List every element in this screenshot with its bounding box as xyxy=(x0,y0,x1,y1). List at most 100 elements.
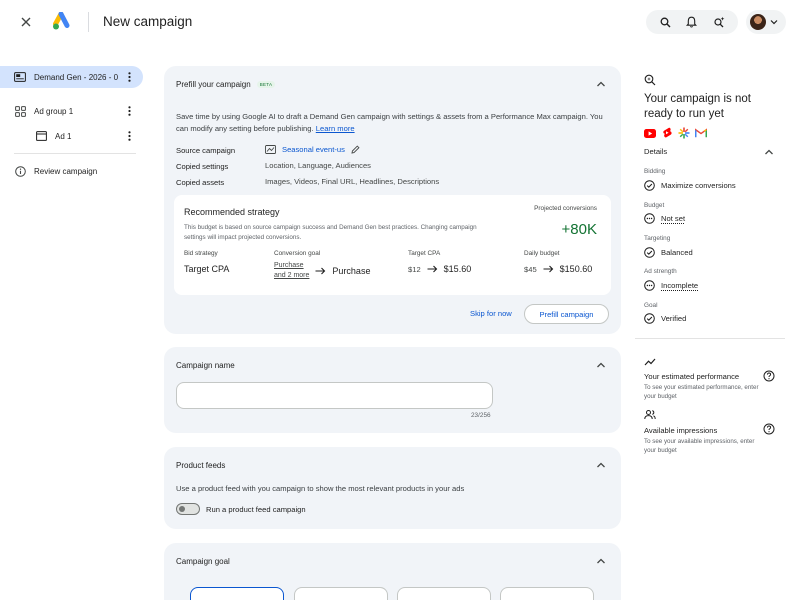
target-cpa-label: Target CPA xyxy=(408,250,441,257)
help-icon[interactable] xyxy=(763,423,775,435)
arrow-right-icon xyxy=(315,267,326,275)
conversion-goal-label: Conversion goal xyxy=(274,250,321,257)
bidding-status: Maximize conversions xyxy=(644,180,736,191)
campaign-status-title: Your campaign is not ready to run yet xyxy=(644,93,751,120)
pending-icon xyxy=(644,280,655,291)
conversion-goal-from[interactable]: Purchase and 2 more xyxy=(274,261,309,281)
youtube-icon xyxy=(644,127,656,139)
goal-option-card[interactable] xyxy=(500,587,594,600)
edit-icon[interactable] xyxy=(351,145,360,154)
learn-more-link[interactable]: Learn more xyxy=(316,124,355,133)
sidebar-item-campaign[interactable]: Demand Gen - 2026 - 0 xyxy=(0,66,143,88)
target-cpa-value: $12 $15.60 xyxy=(408,264,471,274)
impressions-title: Available impressions xyxy=(644,426,718,435)
product-feed-toggle-label: Run a product feed campaign xyxy=(206,505,306,514)
strategy-title: Recommended strategy xyxy=(184,207,280,217)
beta-badge: BETA xyxy=(256,81,276,88)
goal-label: Goal xyxy=(644,302,658,309)
impressions-subtitle: To see your available impressions, enter… xyxy=(644,438,755,454)
help-icon[interactable] xyxy=(763,370,775,382)
trend-chart-icon xyxy=(265,145,276,154)
copied-assets-label: Copied assets xyxy=(176,178,225,187)
sidebar-divider xyxy=(14,153,136,154)
collapse-icon[interactable] xyxy=(595,78,607,90)
ai-search-icon[interactable] xyxy=(711,14,727,30)
people-icon xyxy=(644,410,656,420)
sidebar-item-label: Demand Gen - 2026 - 0 xyxy=(34,72,119,82)
search-icon[interactable] xyxy=(657,14,673,30)
check-circle-icon xyxy=(644,180,655,191)
sidebar-item-ad-group[interactable]: Ad group 1 xyxy=(0,100,143,122)
campaign-name-input[interactable] xyxy=(176,382,493,409)
panel-header: Campaign goal xyxy=(176,557,230,566)
copied-assets-value: Images, Videos, Final URL, Headlines, De… xyxy=(265,177,440,186)
sidebar-item-label: Ad 1 xyxy=(55,131,72,141)
source-campaign-value[interactable]: Seasonal event-us xyxy=(265,145,360,154)
goal-option-card[interactable] xyxy=(397,587,491,600)
gmail-icon xyxy=(695,127,707,139)
account-switcher[interactable] xyxy=(746,10,786,34)
goal-option-card[interactable] xyxy=(190,587,284,600)
conversion-goal-to: Purchase xyxy=(332,266,371,276)
page-title: New campaign xyxy=(103,14,193,29)
collapse-icon[interactable] xyxy=(763,146,775,158)
product-feeds-panel: Product feeds Use a product feed with yo… xyxy=(164,447,621,529)
collapse-icon[interactable] xyxy=(595,459,607,471)
panel-header: Prefill your campaign BETA xyxy=(176,80,276,89)
notifications-icon[interactable] xyxy=(684,14,700,30)
daily-budget-value: $45 $150.60 xyxy=(524,264,592,274)
info-icon xyxy=(14,165,26,177)
ai-search-icon xyxy=(644,74,656,86)
status-divider xyxy=(635,338,785,339)
budget-status[interactable]: Not set xyxy=(644,213,685,224)
prefill-panel: Prefill your campaign BETA Save time by … xyxy=(164,66,621,334)
campaign-goal-panel: Campaign goal xyxy=(164,543,621,600)
conversion-goal-value: Purchase and 2 more Purchase xyxy=(274,261,370,281)
prefill-campaign-button[interactable]: Prefill campaign xyxy=(524,304,609,324)
top-app-bar: New campaign xyxy=(0,0,800,44)
performance-subtitle: To see your estimated performance, enter… xyxy=(644,384,759,400)
skip-button[interactable]: Skip for now xyxy=(470,309,512,318)
pending-icon xyxy=(644,213,655,224)
goal-option-card[interactable] xyxy=(294,587,388,600)
goal-status: Verified xyxy=(644,313,686,324)
check-circle-icon xyxy=(644,313,655,324)
close-icon[interactable] xyxy=(18,14,34,30)
collapse-icon[interactable] xyxy=(595,359,607,371)
performance-title: Your estimated performance xyxy=(644,372,740,381)
more-options-icon[interactable] xyxy=(125,130,133,142)
ad-icon xyxy=(35,130,47,142)
source-campaign-label: Source campaign xyxy=(176,146,236,155)
sidebar-item-label: Review campaign xyxy=(34,166,98,176)
character-counter: 23/256 xyxy=(471,412,491,419)
sidebar-item-label: Ad group 1 xyxy=(34,106,74,116)
details-label: Details xyxy=(644,147,668,156)
targeting-label: Targeting xyxy=(644,235,671,242)
avatar xyxy=(750,14,766,30)
bid-strategy-label: Bid strategy xyxy=(184,250,218,257)
panel-header: Campaign name xyxy=(176,361,235,370)
more-options-icon[interactable] xyxy=(125,71,133,83)
budget-label: Budget xyxy=(644,202,665,209)
source-campaign-name: Seasonal event-us xyxy=(282,145,345,154)
campaign-icon xyxy=(14,71,26,83)
collapse-icon[interactable] xyxy=(595,555,607,567)
more-options-icon[interactable] xyxy=(125,105,133,117)
copied-settings-label: Copied settings xyxy=(176,162,229,171)
product-feed-toggle[interactable] xyxy=(176,503,200,515)
header-divider xyxy=(88,12,89,32)
google-ads-logo xyxy=(53,12,75,31)
discover-icon xyxy=(678,127,690,139)
sidebar-item-review[interactable]: Review campaign xyxy=(0,160,143,182)
projected-conversions-value: +80K xyxy=(561,221,597,238)
ad-strength-label: Ad strength xyxy=(644,268,677,275)
bid-strategy-value: Target CPA xyxy=(184,264,230,274)
arrow-right-icon xyxy=(427,265,438,273)
strategy-description: This budget is based on source campaign … xyxy=(184,224,477,241)
target-cpa-from: $12 xyxy=(408,264,421,274)
sidebar-item-ad[interactable]: Ad 1 xyxy=(0,125,143,147)
target-cpa-to: $15.60 xyxy=(443,264,472,274)
arrow-right-icon xyxy=(543,265,554,273)
daily-budget-from: $45 xyxy=(524,264,537,274)
ad-strength-status[interactable]: Incomplete xyxy=(644,280,698,291)
